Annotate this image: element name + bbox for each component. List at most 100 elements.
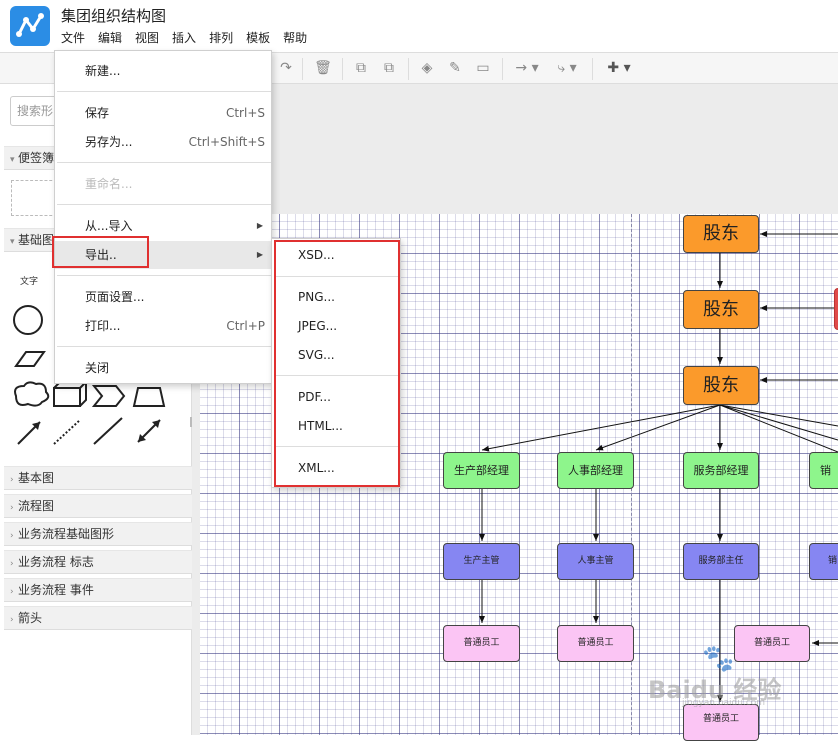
menu-item-save-as[interactable]: 另存为... Ctrl+Shift+S	[55, 128, 271, 156]
section-label: 箭头	[18, 611, 43, 625]
menu-bar: 文件 编辑 视图 插入 排列 模板 帮助	[61, 29, 320, 47]
collapse-arrow-icon: ▾	[10, 237, 15, 247]
document-title[interactable]: 集团组织结构图	[61, 5, 166, 26]
bidirectional-arrow-shape[interactable]	[137, 419, 161, 443]
section-bpmn-markers[interactable]: › 业务流程 标志	[4, 550, 192, 574]
chevron-shape[interactable]	[91, 385, 126, 407]
section-label: 流程图	[18, 499, 55, 513]
plus-icon[interactable]: ✚ ▾	[602, 59, 636, 77]
org-node-department-manager[interactable]: 生产部经理	[443, 452, 520, 489]
expand-arrow-icon: ›	[10, 475, 14, 485]
menu-view[interactable]: 视图	[135, 29, 159, 47]
org-node-department-manager[interactable]: 人事部经理	[557, 452, 634, 489]
section-arrows[interactable]: › 箭头	[4, 606, 192, 630]
parallelogram-shape[interactable]	[14, 351, 46, 367]
menu-item-print[interactable]: 打印... Ctrl+P	[55, 312, 271, 340]
toolbar-divider	[342, 58, 343, 80]
section-basic-diagram[interactable]: › 基本图	[4, 466, 192, 490]
org-node-supervisor[interactable]: 生产主管	[443, 543, 520, 580]
expand-arrow-icon: ›	[10, 531, 14, 541]
submenu-arrow-icon: ▶	[256, 221, 263, 230]
org-node-shareholder[interactable]: 股东	[683, 215, 759, 253]
shadow-icon[interactable]: ▭	[474, 59, 492, 77]
menu-item-close[interactable]: 关闭	[55, 354, 271, 382]
menu-item-label: 保存	[85, 106, 110, 120]
connector-arrow-icon[interactable]: → ▾	[512, 59, 542, 77]
collapse-arrow-icon: ▾	[10, 155, 15, 165]
watermark: 🐾 Baidu 经验 jingyan.baidu.com	[648, 644, 798, 708]
shortcut-label: Ctrl+S	[225, 106, 265, 120]
org-node-department-manager[interactable]: 销	[809, 452, 838, 489]
section-bpmn-basic[interactable]: › 业务流程基础图形	[4, 522, 192, 546]
text-shape[interactable]: 文字	[20, 274, 38, 287]
menu-template[interactable]: 模板	[246, 29, 270, 47]
menu-item-label: 新建...	[85, 64, 121, 78]
org-node-supervisor[interactable]: 人事主管	[557, 543, 634, 580]
to-back-icon[interactable]: ⧉	[380, 59, 398, 77]
menu-divider	[57, 346, 271, 347]
title-bar: 集团组织结构图 文件 编辑 视图 插入 排列 模板 帮助	[0, 0, 838, 52]
section-bpmn-events[interactable]: › 业务流程 事件	[4, 578, 192, 602]
menu-item-label: 重命名...	[85, 177, 133, 191]
line-color-icon[interactable]: ✎	[446, 59, 464, 77]
menu-item-rename: 重命名...	[55, 170, 271, 198]
section-label: 业务流程基础图形	[18, 527, 115, 541]
canvas-background	[192, 84, 838, 214]
menu-item-save[interactable]: 保存 Ctrl+S	[55, 99, 271, 127]
menu-file[interactable]: 文件	[61, 29, 85, 47]
org-node-employee[interactable]: 普通员工	[557, 625, 634, 662]
shortcut-label: Ctrl+P	[226, 319, 265, 333]
to-front-icon[interactable]: ⧉	[352, 59, 370, 77]
menu-divider	[57, 91, 271, 92]
trash-icon[interactable]: 🗑	[314, 59, 332, 77]
org-node-supervisor[interactable]: 销	[809, 543, 838, 580]
org-node-shareholder[interactable]: 股东	[683, 290, 759, 329]
expand-arrow-icon: ›	[10, 559, 14, 569]
waypoints-icon[interactable]: ⤷ ▾	[552, 59, 582, 77]
menu-arrange[interactable]: 排列	[209, 29, 233, 47]
menu-edit[interactable]: 编辑	[98, 29, 122, 47]
menu-help[interactable]: 帮助	[283, 29, 307, 47]
toolbar-divider	[302, 58, 303, 80]
menu-item-label: 关闭	[85, 361, 110, 375]
dotted-line-shape[interactable]	[53, 419, 81, 445]
org-node-partial[interactable]	[834, 288, 838, 330]
toolbar-divider	[408, 58, 409, 80]
toolbar-divider	[502, 58, 503, 80]
highlight-export-submenu	[274, 240, 400, 487]
menu-item-page-setup[interactable]: 页面设置...	[55, 283, 271, 311]
menu-item-new[interactable]: 新建...	[55, 57, 271, 85]
org-node-employee[interactable]: 普通员工	[683, 704, 759, 741]
cube-shape[interactable]	[53, 381, 87, 407]
trapezoid-shape[interactable]	[132, 387, 166, 407]
menu-divider	[57, 204, 271, 205]
org-node-supervisor[interactable]: 服务部主任	[683, 543, 759, 580]
redo-icon[interactable]: ↷	[278, 59, 294, 77]
arrow-line-shape[interactable]	[17, 421, 41, 445]
scratchpad-drop-area[interactable]	[11, 180, 57, 216]
file-menu-dropdown: 新建... 保存 Ctrl+S 另存为... Ctrl+Shift+S 重命名.…	[54, 50, 272, 384]
menu-item-label: 页面设置...	[85, 290, 145, 304]
expand-arrow-icon: ›	[10, 503, 14, 513]
section-label: 业务流程 标志	[18, 555, 94, 569]
section-label: 基本图	[18, 471, 55, 485]
circle-shape[interactable]	[13, 305, 43, 335]
submenu-arrow-icon: ▶	[256, 250, 263, 259]
section-flowchart[interactable]: › 流程图	[4, 494, 192, 518]
menu-insert[interactable]: 插入	[172, 29, 196, 47]
menu-item-label: 另存为...	[85, 135, 133, 149]
org-node-employee[interactable]: 普通员工	[443, 625, 520, 662]
menu-divider	[57, 162, 271, 163]
org-node-shareholder[interactable]: 股东	[683, 366, 759, 405]
menu-divider	[57, 275, 271, 276]
expand-arrow-icon: ›	[10, 615, 14, 625]
line-shape[interactable]	[93, 417, 123, 445]
highlight-export-item	[52, 236, 149, 268]
cloud-shape[interactable]	[14, 381, 50, 407]
org-node-department-manager[interactable]: 服务部经理	[683, 452, 759, 489]
menu-item-label: 从...导入	[85, 219, 133, 233]
fill-color-icon[interactable]: ◈	[418, 59, 436, 77]
watermark-subtext: jingyan.baidu.com	[682, 698, 766, 708]
section-label: 业务流程 事件	[18, 583, 94, 597]
toolbar-divider	[592, 58, 593, 80]
